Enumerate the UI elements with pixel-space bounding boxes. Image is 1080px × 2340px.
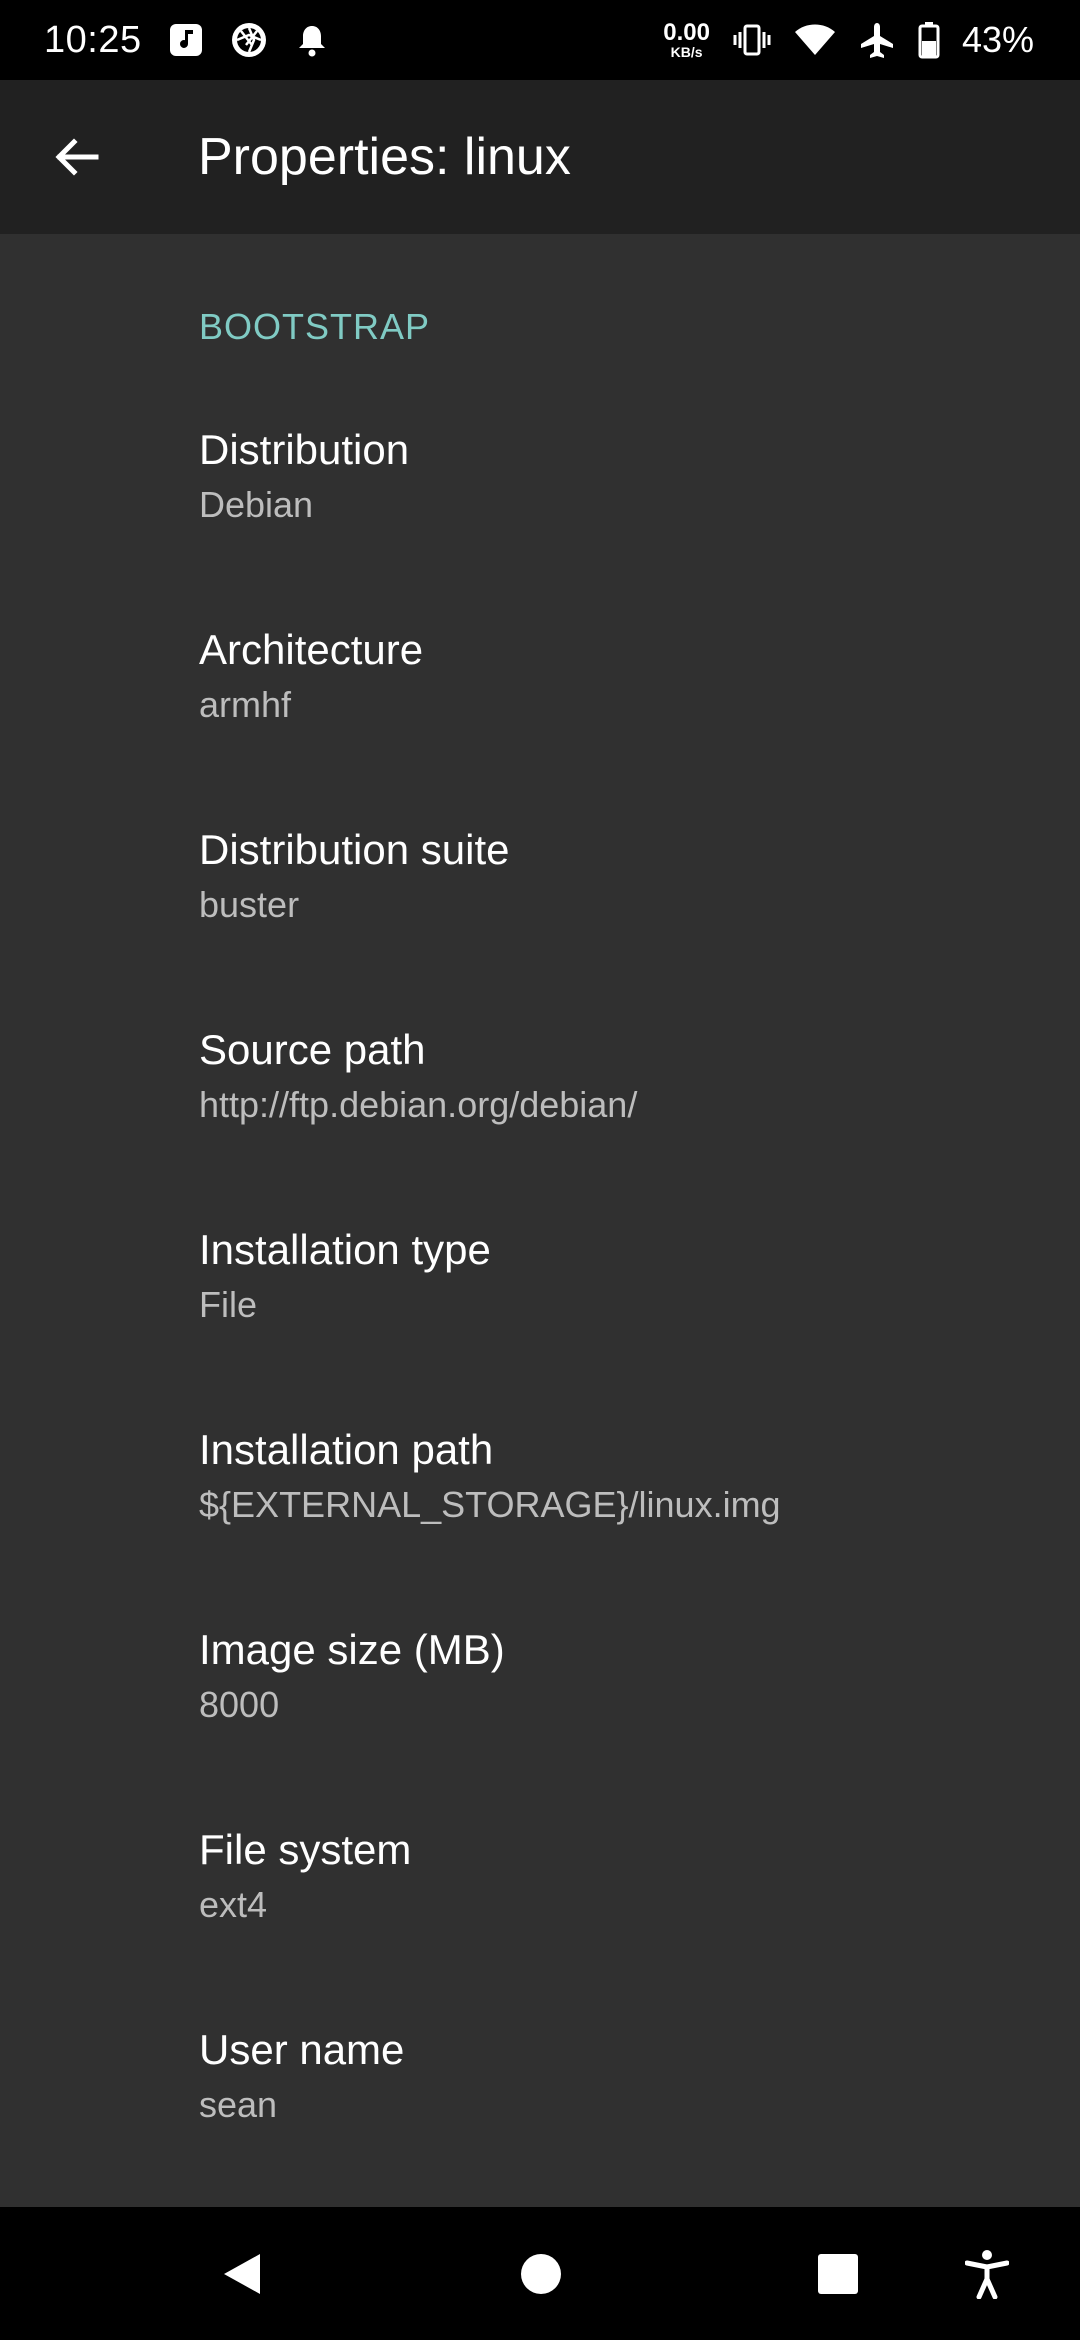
pref-summary: sean — [199, 2084, 278, 2125]
pref-summary: 8000 — [199, 1684, 280, 1725]
pref-installation-path[interactable]: Installation path ${EXTERNAL_STORAGE}/li… — [0, 1426, 1080, 1626]
pref-title: Distribution suite — [199, 826, 510, 873]
pref-title: Architecture — [199, 626, 424, 673]
accessibility-icon — [964, 2249, 1009, 2299]
pref-user-name[interactable]: User name sean — [0, 2026, 1080, 2207]
status-bar: 10:25 0.00 KB/s 43% — [0, 0, 1080, 80]
pref-title: Image size (MB) — [199, 1626, 505, 1673]
status-right: 0.00 KB/s 43% — [663, 19, 1034, 61]
pref-title: Source path — [199, 1026, 426, 1073]
airplane-icon — [858, 21, 896, 59]
pref-summary: http://ftp.debian.org/debian/ — [199, 1084, 638, 1125]
notification-bell-icon — [294, 22, 330, 58]
preferences-list[interactable]: BOOTSTRAP Distribution Debian Architectu… — [0, 234, 1080, 2207]
nav-home-button[interactable] — [474, 2207, 607, 2340]
pref-image-size[interactable]: Image size (MB) 8000 — [0, 1626, 1080, 1826]
home-circle-icon — [519, 2252, 563, 2296]
network-speed-unit: KB/s — [670, 44, 703, 60]
pref-summary: buster — [199, 884, 300, 925]
network-speed: 0.00 KB/s — [663, 19, 710, 60]
back-button[interactable] — [0, 80, 152, 234]
pref-summary: Debian — [199, 484, 314, 525]
back-triangle-icon — [220, 2250, 264, 2298]
app-bar: Properties: linux — [0, 80, 1080, 234]
accessibility-button[interactable] — [920, 2207, 1053, 2340]
pref-distribution[interactable]: Distribution Debian — [0, 426, 1080, 626]
battery-icon — [918, 21, 940, 59]
pref-title: User name — [199, 2026, 405, 2073]
pref-architecture[interactable]: Architecture armhf — [0, 626, 1080, 826]
vibrate-icon — [732, 22, 772, 58]
status-time: 10:25 — [44, 18, 142, 61]
page-title: Properties: linux — [198, 128, 571, 186]
music-note-icon — [168, 22, 204, 58]
pref-summary: File — [199, 1284, 258, 1325]
status-left: 10:25 — [44, 19, 330, 62]
recents-square-icon — [817, 2253, 859, 2295]
pref-summary: ext4 — [199, 1884, 268, 1925]
pref-title: Installation type — [199, 1226, 491, 1273]
pref-title: Installation path — [199, 1426, 494, 1473]
pref-file-system[interactable]: File system ext4 — [0, 1826, 1080, 2026]
wifi-icon — [794, 22, 836, 58]
network-speed-value: 0.00 — [663, 19, 710, 46]
pref-title: File system — [199, 1826, 412, 1873]
nav-back-button[interactable] — [175, 2207, 308, 2340]
nav-recents-button[interactable] — [771, 2207, 904, 2340]
aperture-icon — [230, 21, 268, 59]
battery-percent: 43% — [961, 19, 1034, 60]
pref-source-path[interactable]: Source path http://ftp.debian.org/debian… — [0, 1026, 1080, 1226]
pref-summary: armhf — [199, 684, 292, 725]
section-header: BOOTSTRAP — [199, 306, 431, 347]
arrow-back-icon — [52, 133, 100, 181]
pref-installation-type[interactable]: Installation type File — [0, 1226, 1080, 1426]
navigation-bar — [0, 2207, 1080, 2340]
pref-distribution-suite[interactable]: Distribution suite buster — [0, 826, 1080, 1026]
pref-summary: ${EXTERNAL_STORAGE}/linux.img — [199, 1484, 781, 1525]
pref-title: Distribution — [199, 426, 410, 473]
